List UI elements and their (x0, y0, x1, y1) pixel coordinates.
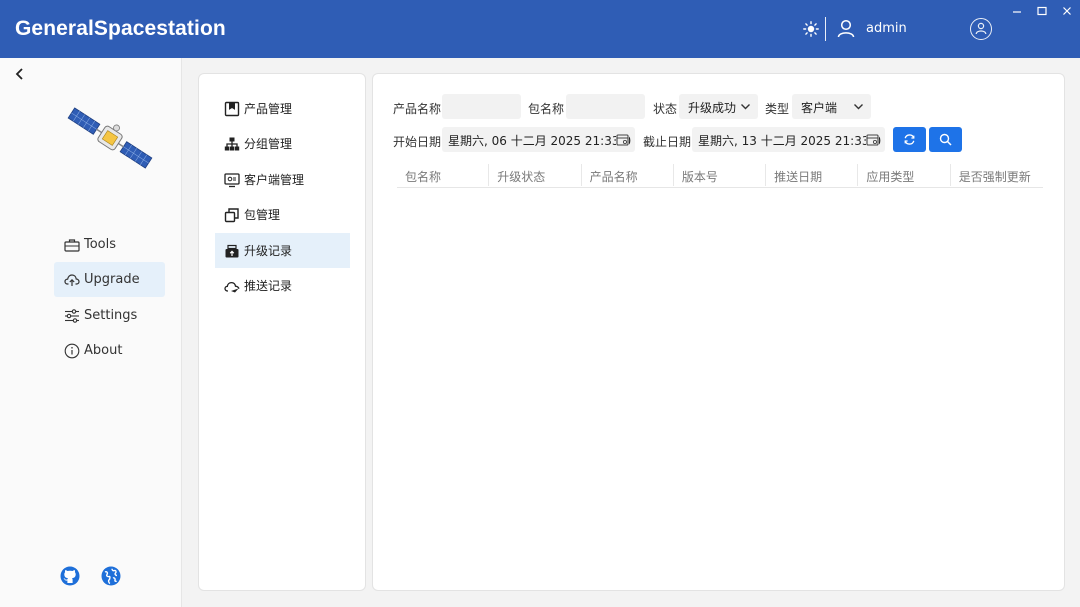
group-tree-icon (224, 137, 240, 150)
app-title: GeneralSpacestation (15, 17, 226, 40)
submenu-item-label: 推送记录 (244, 279, 293, 293)
product-icon (224, 101, 240, 116)
search-button[interactable] (929, 127, 962, 152)
close-icon[interactable] (1061, 5, 1073, 17)
product-name-input[interactable] (442, 94, 521, 119)
search-icon (939, 133, 952, 146)
column-header[interactable]: 包名称 (397, 164, 490, 186)
submenu-item-label: 产品管理 (244, 102, 293, 116)
globe-icon[interactable] (101, 566, 121, 586)
toolbox-icon (64, 238, 80, 252)
cloud-upload-icon (64, 273, 80, 286)
satellite-logo (67, 107, 153, 169)
sidebar-item-label: About (84, 343, 123, 358)
refresh-button[interactable] (893, 127, 926, 152)
sliders-icon (65, 308, 79, 323)
type-select-value: 客户端 (801, 101, 838, 115)
column-header[interactable]: 升级状态 (489, 164, 582, 186)
column-header[interactable]: 产品名称 (582, 164, 674, 186)
user-name[interactable]: admin (866, 21, 907, 36)
submenu-item-label: 升级记录 (244, 244, 293, 258)
sidebar-item-label: Upgrade (84, 272, 140, 287)
type-label: 类型 (765, 102, 790, 116)
upgrade-record-icon (225, 244, 239, 257)
end-date-label: 截止日期 (643, 135, 692, 149)
chevron-down-icon (854, 104, 863, 110)
title-bar: GeneralSpacestation admin (0, 0, 1080, 58)
end-date-value: 星期六, 13 十二月 2025 21:33:0 (698, 134, 882, 148)
submenu-item-group[interactable]: 分组管理 (215, 126, 350, 161)
table-header: 包名称 升级状态 产品名称 版本号 推送日期 应用类型 是否强制更新 (397, 164, 1043, 188)
package-icon (224, 207, 239, 222)
submenu-item-label: 客户端管理 (244, 173, 305, 187)
column-header[interactable]: 是否强制更新 (951, 164, 1043, 186)
theme-sun-icon[interactable] (803, 21, 819, 37)
submenu-item-client[interactable]: 客户端管理 (215, 162, 350, 197)
user-icon[interactable] (837, 19, 855, 38)
type-select[interactable]: 客户端 (792, 94, 871, 119)
package-name-input[interactable] (566, 94, 645, 119)
submenu-panel: 产品管理 分组管理 客户端管理 包管理 升级记录 推送记录 (198, 73, 366, 591)
header-divider (825, 17, 826, 41)
minimize-icon[interactable] (1011, 5, 1023, 17)
sidebar-item-tools[interactable]: Tools (54, 227, 165, 262)
submenu-item-package[interactable]: 包管理 (215, 197, 350, 232)
submenu-item-upgrade-record[interactable]: 升级记录 (215, 233, 350, 268)
back-chevron-icon[interactable] (13, 67, 27, 81)
main-panel: 产品名称 包名称 状态 升级成功 类型 客户端 开始日期 星期六, 06 十二月… (372, 73, 1065, 591)
github-icon[interactable] (60, 566, 80, 586)
sidebar-item-upgrade[interactable]: Upgrade (54, 262, 165, 297)
calendar-icon[interactable] (866, 133, 879, 146)
sidebar-item-settings[interactable]: Settings (54, 298, 165, 333)
status-select[interactable]: 升级成功 (679, 94, 758, 119)
start-date-picker[interactable]: 星期六, 06 十二月 2025 21:33:0 (442, 127, 635, 152)
submenu-item-product[interactable]: 产品管理 (215, 91, 350, 126)
avatar-icon[interactable] (970, 18, 992, 40)
push-record-icon (224, 281, 240, 292)
start-date-label: 开始日期 (393, 135, 442, 149)
submenu-item-label: 包管理 (244, 208, 281, 222)
status-select-value: 升级成功 (688, 101, 737, 115)
column-header[interactable]: 推送日期 (766, 164, 859, 186)
submenu-item-label: 分组管理 (244, 137, 293, 151)
sidebar-item-label: Settings (84, 308, 138, 323)
package-name-label: 包名称 (528, 102, 565, 116)
refresh-icon (904, 134, 915, 145)
sidebar-item-label: Tools (84, 237, 117, 252)
info-icon (64, 343, 80, 358)
chevron-down-icon (741, 104, 750, 110)
end-date-picker[interactable]: 星期六, 13 十二月 2025 21:33:0 (692, 127, 885, 152)
calendar-icon[interactable] (616, 133, 629, 146)
column-header[interactable]: 版本号 (674, 164, 767, 186)
status-label: 状态 (653, 102, 678, 116)
column-header[interactable]: 应用类型 (858, 164, 951, 186)
maximize-icon[interactable] (1036, 5, 1048, 17)
product-name-label: 产品名称 (393, 102, 442, 116)
sidebar: Tools Upgrade Settings About (0, 58, 182, 607)
sidebar-item-about[interactable]: About (54, 333, 165, 368)
start-date-value: 星期六, 06 十二月 2025 21:33:0 (448, 134, 632, 148)
client-icon (224, 172, 240, 187)
submenu-item-push-record[interactable]: 推送记录 (215, 268, 350, 303)
